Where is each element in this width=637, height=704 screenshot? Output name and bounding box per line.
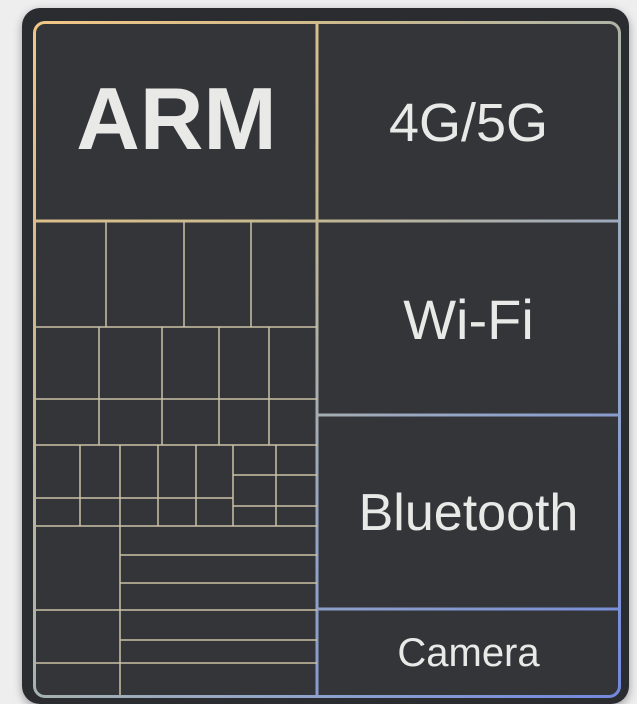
cache-blocks	[36, 221, 317, 695]
wifi-label: Wi-Fi	[403, 287, 534, 351]
chip-package: ARM 4G/5G Wi-Fi Bluetooth Camera	[22, 8, 629, 704]
chip-border: ARM 4G/5G Wi-Fi Bluetooth Camera	[33, 21, 621, 698]
camera-label: Camera	[397, 630, 540, 675]
bluetooth-label: Bluetooth	[358, 484, 579, 542]
cellular-label: 4G/5G	[388, 92, 549, 153]
arm-label: ARM	[76, 69, 277, 168]
chip-die: ARM 4G/5G Wi-Fi Bluetooth Camera	[36, 24, 618, 695]
